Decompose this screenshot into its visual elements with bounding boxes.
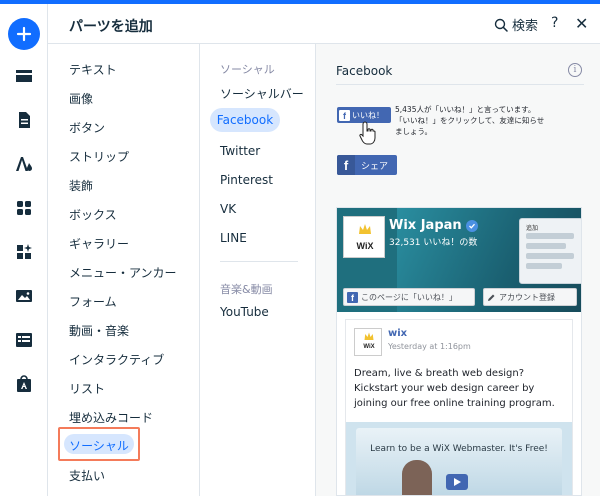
account-signup-button[interactable]: アカウント登録 <box>483 288 577 306</box>
cover-window-graphic: 追加 <box>519 218 581 284</box>
cover-window-row <box>526 263 562 269</box>
cover-window-label: 追加 <box>526 225 539 232</box>
panel-title: パーツを追加 <box>69 19 153 35</box>
category-list: テキスト 画像 ボタン ストリップ 装飾 ボックス ギャラリー メニュー・アンカ… <box>48 44 200 496</box>
sub-twitter[interactable]: Twitter <box>220 144 260 158</box>
category-text[interactable]: テキスト <box>69 61 117 78</box>
close-button[interactable]: ✕ <box>575 14 588 33</box>
post-timestamp: Yesterday at 1:16pm <box>388 342 471 351</box>
verified-badge-icon <box>465 219 478 232</box>
category-interactive[interactable]: インタラクティブ <box>69 351 164 368</box>
sub-pinterest[interactable]: Pinterest <box>220 173 273 187</box>
facebook-f-icon: f <box>337 155 355 175</box>
pencil-icon <box>488 294 495 301</box>
table-icon[interactable] <box>8 324 40 356</box>
app-market-icon[interactable] <box>8 236 40 268</box>
account-signup-label: アカウント登録 <box>499 292 555 302</box>
post-avatar: WiX <box>354 328 382 356</box>
crown-icon <box>359 224 371 234</box>
sub-vk[interactable]: VK <box>220 202 236 216</box>
media-icon[interactable] <box>8 280 40 312</box>
crown-icon <box>364 332 374 340</box>
sub-facebook: Facebook <box>216 113 274 127</box>
category-button[interactable]: ボタン <box>69 119 105 136</box>
like-page-button[interactable]: f このページに「いいね！」 <box>343 288 475 306</box>
facebook-share-button-preview[interactable]: f シェア <box>337 155 397 175</box>
search-label: 検索 <box>512 19 539 34</box>
design-icon[interactable] <box>8 148 40 180</box>
page-likes-count: 32,531 いいね！の数 <box>389 238 478 248</box>
sub-facebook-pill[interactable]: Facebook <box>210 108 280 132</box>
sub-youtube[interactable]: YouTube <box>220 305 269 319</box>
category-video-music[interactable]: 動画・音楽 <box>69 322 129 339</box>
preview-title: Facebook <box>336 64 393 78</box>
add-icon[interactable] <box>8 18 40 50</box>
social-section-header: ソーシャル <box>220 63 275 76</box>
category-image[interactable]: 画像 <box>69 90 93 107</box>
page-cover: 追加 WiX Wix Japan 32,531 いいね！の数 f このページに「… <box>337 208 581 312</box>
wix-logo-text: WiX <box>356 241 374 251</box>
category-form[interactable]: フォーム <box>69 293 117 310</box>
sub-social-bar[interactable]: ソーシャルバー <box>220 85 304 102</box>
category-menu-anchor[interactable]: メニュー・アンカー <box>69 264 177 281</box>
category-social-pill[interactable]: ソーシャル <box>64 434 134 454</box>
left-toolbar <box>0 4 48 496</box>
apps-icon[interactable] <box>8 192 40 224</box>
preview-area: Facebook i f いいね！ 5,435人が「いいね！」と言っています。「… <box>316 44 600 496</box>
hand-cursor-icon <box>359 121 376 145</box>
facebook-icon: f <box>339 109 350 121</box>
play-icon[interactable] <box>446 474 468 490</box>
add-elements-panel: パーツを追加 検索 ? ✕ テキスト 画像 ボタン ストリップ 装飾 ボックス … <box>48 4 600 496</box>
category-social: ソーシャル <box>69 439 129 453</box>
category-box[interactable]: ボックス <box>69 206 117 223</box>
post-video-thumbnail[interactable]: Learn to be a WiX Webmaster. It's Free! <box>346 422 572 495</box>
facebook-page-plugin-preview[interactable]: 追加 WiX Wix Japan 32,531 いいね！の数 f このページに「… <box>336 207 582 496</box>
category-embed[interactable]: 埋め込みコード <box>69 409 153 426</box>
strip-icon[interactable] <box>8 60 40 92</box>
video-caption: Learn to be a WiX Webmaster. It's Free! <box>370 444 548 454</box>
help-button[interactable]: ? <box>551 15 558 31</box>
like-count-text: 5,435人が「いいね！」と言っています。「いいね！」をクリックして、友達に知ら… <box>395 105 545 136</box>
search-button[interactable]: 検索 <box>494 15 538 34</box>
category-list-item[interactable]: リスト <box>69 380 105 397</box>
search-icon <box>494 18 508 32</box>
preview-divider <box>336 84 584 85</box>
wix-logo: WiX <box>343 216 385 258</box>
subcategory-list: ソーシャル ソーシャルバー Facebook Twitter Pinterest… <box>200 44 316 496</box>
video-person-image <box>402 460 432 495</box>
facebook-icon: f <box>347 291 358 303</box>
cover-window-row <box>526 233 574 239</box>
category-strip[interactable]: ストリップ <box>69 148 129 165</box>
section-divider <box>220 261 298 262</box>
store-icon[interactable] <box>8 368 40 400</box>
page-name-text: Wix Japan <box>389 218 462 233</box>
post-avatar-text: WiX <box>363 344 375 350</box>
page-post: WiX wix Yesterday at 1:16pm Dream, live … <box>345 319 573 495</box>
page-name[interactable]: Wix Japan <box>389 218 478 233</box>
page-icon[interactable] <box>8 104 40 136</box>
category-social-highlight[interactable]: ソーシャル <box>58 427 140 461</box>
info-icon[interactable]: i <box>568 63 582 77</box>
like-page-label: このページに「いいね！」 <box>361 292 457 302</box>
cover-window-row <box>526 253 574 259</box>
category-gallery[interactable]: ギャラリー <box>69 235 129 252</box>
category-payment[interactable]: 支払い <box>69 467 105 484</box>
share-button-label: シェア <box>361 161 389 172</box>
panel-header: パーツを追加 検索 ? ✕ <box>48 4 600 44</box>
post-text: Dream, live & breath web design? Kicksta… <box>354 368 555 409</box>
category-decorative[interactable]: 装飾 <box>69 177 93 194</box>
like-button-label: いいね！ <box>352 110 384 120</box>
post-author[interactable]: wix <box>388 328 407 339</box>
media-section-header: 音楽&動画 <box>220 283 273 296</box>
sub-line[interactable]: LINE <box>220 231 247 245</box>
cover-window-row <box>526 243 566 249</box>
